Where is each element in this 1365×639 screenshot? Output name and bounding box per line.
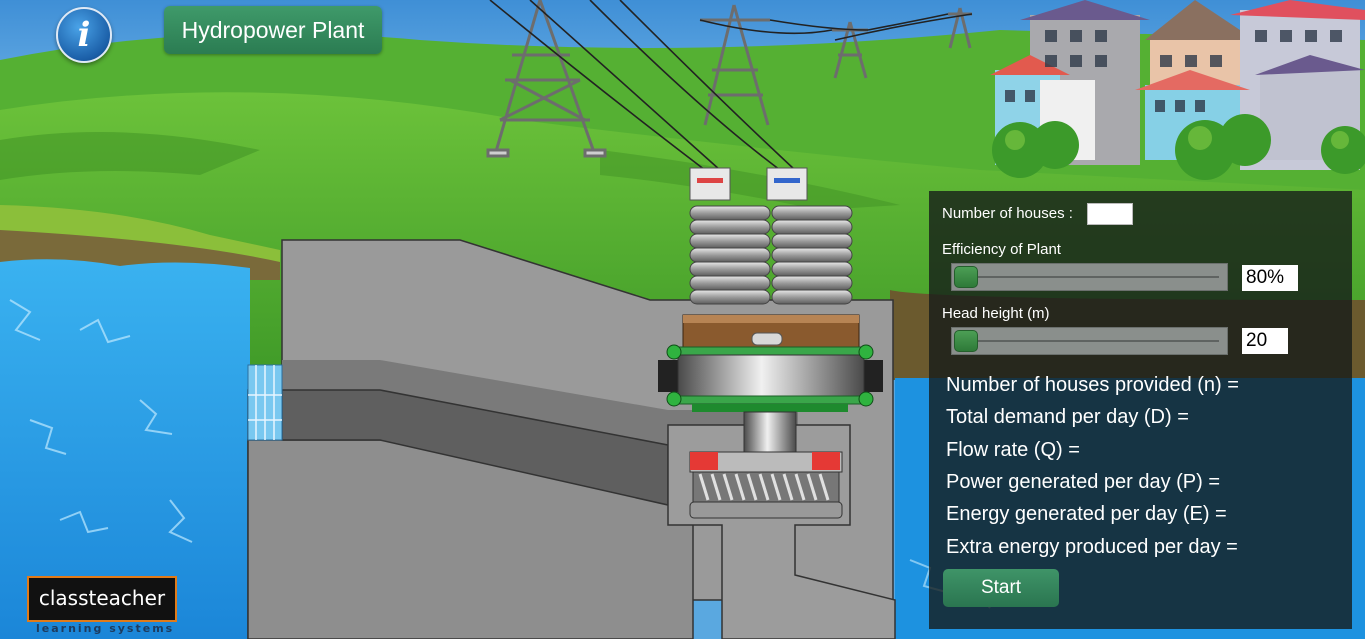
efficiency-value: 80% xyxy=(1242,265,1298,291)
result-houses-provided: Number of houses provided (n) = xyxy=(946,374,1239,396)
efficiency-label: Efficiency of Plant xyxy=(942,241,1061,258)
houses-label: Number of houses : xyxy=(942,205,1073,222)
classteacher-logo: classteacher xyxy=(27,576,177,622)
head-height-slider-track xyxy=(960,340,1219,342)
logo-tagline: learning systems xyxy=(36,622,175,635)
result-energy-generated: Energy generated per day (E) = xyxy=(946,503,1227,525)
start-button[interactable]: Start xyxy=(943,569,1059,607)
head-height-slider-thumb[interactable] xyxy=(954,330,978,352)
head-height-label: Head height (m) xyxy=(942,305,1050,322)
efficiency-slider-track xyxy=(960,276,1219,278)
result-extra-energy: Extra energy produced per day = xyxy=(946,536,1238,558)
houses-input[interactable] xyxy=(1087,203,1133,225)
result-total-demand: Total demand per day (D) = xyxy=(946,406,1189,428)
head-height-value: 20 xyxy=(1242,328,1288,354)
efficiency-slider[interactable] xyxy=(951,263,1228,291)
head-height-slider[interactable] xyxy=(951,327,1228,355)
page-title: Hydropower Plant xyxy=(164,6,382,54)
info-icon[interactable]: i xyxy=(56,7,112,63)
result-power-generated: Power generated per day (P) = xyxy=(946,471,1221,493)
result-flow-rate: Flow rate (Q) = xyxy=(946,439,1080,461)
control-panel: Number of houses : Efficiency of Plant 8… xyxy=(929,191,1352,629)
efficiency-slider-thumb[interactable] xyxy=(954,266,978,288)
